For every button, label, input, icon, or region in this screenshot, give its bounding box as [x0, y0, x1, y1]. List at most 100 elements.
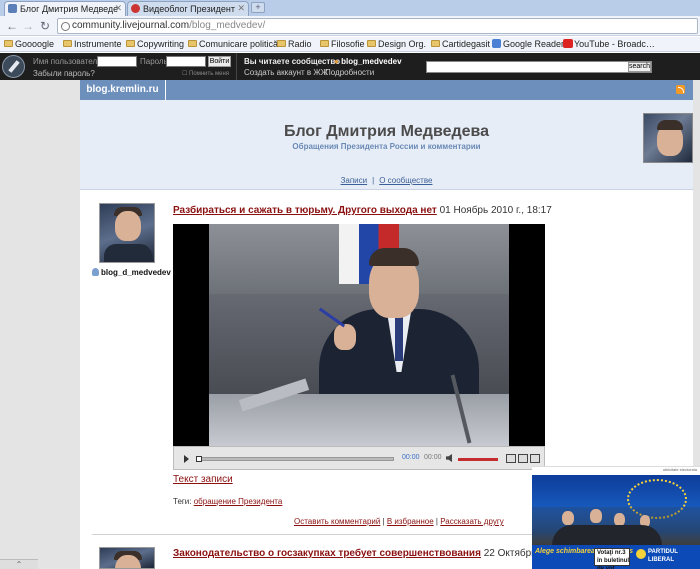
post-tags: Теги: обращение Президента [173, 497, 282, 506]
back-arrow-icon[interactable]: ← [5, 19, 19, 33]
bookmark-copywriting[interactable]: Copywriting [126, 39, 184, 49]
party-name: PARTIDUL LIBERAL [648, 549, 678, 563]
play-icon[interactable] [184, 455, 189, 463]
video-frame [209, 224, 509, 446]
video-pen [318, 307, 346, 328]
author-userpic[interactable] [99, 203, 155, 263]
password-input[interactable] [166, 56, 206, 67]
folder-icon [188, 40, 197, 47]
livejournal-logo-icon[interactable] [2, 55, 25, 78]
post-title-row: Законодательство о госзакупках требует с… [173, 548, 586, 559]
video-hair [369, 248, 419, 266]
youtube-icon [563, 39, 573, 48]
ad-party: PARTIDUL LIBERAL [636, 548, 696, 566]
bookmark-label: Instrumente [74, 39, 122, 49]
bookmark-radio[interactable]: Radio [277, 39, 312, 49]
livejournal-favicon-icon [8, 4, 17, 13]
bookmark-label: Design Org. [378, 39, 427, 49]
election-advertisement[interactable]: ublicitate electorala Alege schimbarea p… [532, 466, 700, 569]
search-button[interactable]: search [628, 62, 651, 72]
blog-title: Блог Дмитрия Медведева [283, 123, 490, 140]
create-account-link[interactable]: Создать аккаунт в ЖЖ [244, 68, 328, 77]
livejournal-toolbar: Имя пользователя: Пароль: Войти Забыли п… [0, 53, 700, 80]
post-text-link[interactable]: Текст записи [173, 474, 233, 485]
forward-arrow-icon[interactable]: → [21, 19, 35, 33]
bookmark-comunicare-politica[interactable]: Comunicare politică [188, 39, 278, 49]
new-tab-button[interactable]: + [251, 2, 265, 13]
folder-icon [4, 40, 13, 47]
header-portrait-photo [643, 113, 693, 163]
popout-icon[interactable] [530, 454, 540, 463]
party-logo-icon [636, 549, 646, 559]
about-community-link[interactable]: О сообществе [379, 176, 432, 185]
bookmark-filosofie[interactable]: Filosofie [320, 39, 365, 49]
blog-nav: Записи | О сообществе [80, 176, 693, 185]
community-name: blog_medvedev [341, 57, 402, 66]
author-userpic[interactable] [99, 547, 155, 569]
community-user-icon: ● [334, 57, 339, 66]
total-time: 00:00 [424, 454, 442, 461]
scroll-up-icon[interactable]: ⌃ [0, 559, 38, 569]
post-title-link[interactable]: Разбираться и сажать в тюрьму. Другого в… [173, 205, 437, 216]
close-tab-icon[interactable]: ✕ [114, 3, 122, 14]
video-controls: 00:00 00:00 [173, 446, 545, 470]
bookmark-youtube[interactable]: YouTube - Broadc… [563, 39, 655, 49]
blog-top-strip: blog.kremlin.ru [80, 80, 693, 100]
bookmark-goooogle[interactable]: Goooogle [4, 39, 54, 49]
tab-videoblog[interactable]: Видеоблог Президент ✕ [127, 1, 249, 16]
rss-icon[interactable] [676, 85, 685, 94]
tab-label: Блог Дмитрия Медведе [20, 4, 119, 14]
remember-me-checkbox[interactable]: ☐ Помнить меня [182, 70, 229, 77]
video-player[interactable] [173, 224, 545, 446]
ad-vote-box: Votaţi nr.3 în buletinul de vot [594, 548, 630, 569]
volume-icon[interactable] [446, 454, 452, 462]
remember-me-label: Помнить меня [189, 71, 230, 77]
post-title-link[interactable]: Законодательство о госзакупках требует с… [173, 548, 481, 559]
seek-thumb[interactable] [196, 456, 202, 462]
entries-link[interactable]: Записи [341, 176, 368, 185]
userpic-suit [104, 244, 152, 262]
user-icon [92, 268, 99, 276]
tags-label: Теги: [173, 497, 192, 506]
bookmark-label: Cartidegasit [442, 39, 491, 49]
nav-separator: | [372, 176, 375, 185]
close-tab-icon[interactable]: ✕ [237, 3, 245, 14]
folder-icon [277, 40, 286, 47]
url-domain: community.livejournal.com [72, 20, 190, 31]
username-input[interactable] [97, 56, 137, 67]
fullscreen-icon[interactable] [518, 454, 528, 463]
embed-icon[interactable] [506, 454, 516, 463]
browser-tab-strip: Блог Дмитрия Медведе ✕ Видеоблог Президе… [0, 0, 700, 16]
folder-icon [126, 40, 135, 47]
search-input[interactable] [426, 61, 652, 73]
ad-footer: Alege schimbarea pas cu pas Votaţi nr.3 … [532, 545, 700, 569]
bookmark-google-reader[interactable]: Google Reader [492, 39, 564, 49]
author-username[interactable]: blog_d_medvedev [92, 268, 171, 277]
ad-person-face [562, 511, 574, 525]
community-link[interactable]: ● blog_medvedev [334, 57, 402, 66]
add-to-favorites-link[interactable]: В избранное [387, 517, 434, 526]
address-bar[interactable]: community.livejournal.com/blog_medvedev/ [57, 18, 698, 34]
blog-kremlin-link[interactable]: blog.kremlin.ru [80, 80, 166, 100]
tell-friend-link[interactable]: Рассказать другу [440, 517, 504, 526]
folder-icon [320, 40, 329, 47]
tab-blog-medvedev[interactable]: Блог Дмитрия Медведе ✕ [4, 1, 126, 16]
seek-bar[interactable] [196, 456, 394, 462]
ad-person-face [590, 509, 602, 523]
reload-icon[interactable]: ↻ [38, 19, 52, 33]
url-path: /blog_medvedev/ [189, 20, 266, 31]
login-button[interactable]: Войти [208, 56, 231, 67]
tag-link[interactable]: обращение Президента [194, 497, 283, 506]
bookmark-cartidegasit[interactable]: Cartidegasit [431, 39, 490, 49]
volume-slider[interactable] [458, 458, 498, 461]
leave-comment-link[interactable]: Оставить комментарий [294, 517, 380, 526]
bookmark-label: Radio [288, 39, 312, 49]
details-link[interactable]: Подробности [325, 68, 374, 77]
forgot-password-link[interactable]: Забыли пароль? [33, 69, 95, 78]
bookmark-design-org[interactable]: Design Org. [367, 39, 426, 49]
bookmark-label: Google Reader [503, 39, 565, 49]
kremlin-favicon-icon [131, 4, 140, 13]
toolbar-divider [236, 53, 237, 80]
google-reader-icon [492, 39, 501, 48]
bookmark-instrumente[interactable]: Instrumente [63, 39, 122, 49]
